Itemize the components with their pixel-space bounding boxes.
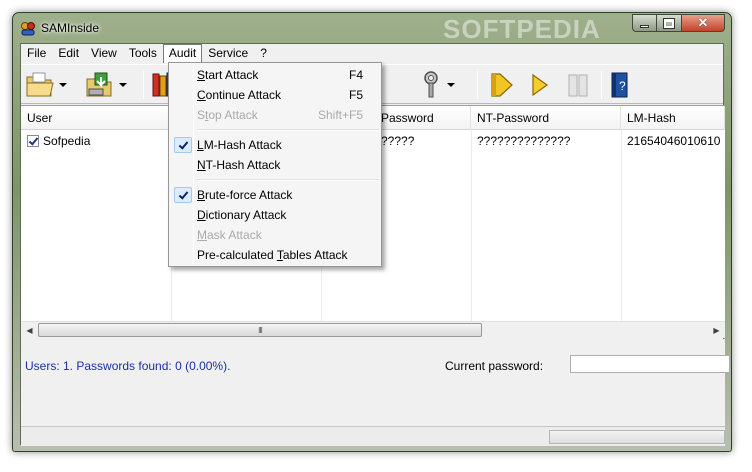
maximize-button[interactable] xyxy=(657,14,682,32)
title-bar[interactable]: SAMInside SOFTPEDIA ✕ xyxy=(13,13,731,44)
cell-nt-password: ?????????????? xyxy=(477,134,571,148)
menu-tools[interactable]: Tools xyxy=(123,44,163,63)
menu-separator xyxy=(197,179,379,181)
menu-bar: File Edit View Tools Audit Service ? xyxy=(21,44,723,63)
menu-item-continue-attack[interactable]: Continue Attack F5 xyxy=(171,85,379,105)
status-area: Users: 1. Passwords found: 0 (0.00%). Cu… xyxy=(21,339,730,446)
grid-line xyxy=(621,130,622,321)
open-folder-icon xyxy=(26,72,54,97)
toolbar-separator xyxy=(477,71,478,99)
menu-audit[interactable]: Audit xyxy=(162,44,203,63)
grip-icon: III xyxy=(258,325,263,335)
shortcut: Shift+F5 xyxy=(317,108,363,122)
tools-button[interactable] xyxy=(419,69,455,101)
menu-separator xyxy=(197,129,379,131)
menu-item-stop-attack: Stop Attack Shift+F5 xyxy=(197,108,363,122)
current-password-label: Current password: xyxy=(445,359,544,373)
close-button[interactable]: ✕ xyxy=(682,14,725,32)
column-user[interactable]: User xyxy=(21,106,171,130)
check-icon xyxy=(174,137,192,153)
continue-icon xyxy=(532,73,549,97)
shortcut: F5 xyxy=(348,88,363,102)
column-lm-hash[interactable]: LM-Hash xyxy=(621,106,725,130)
menu-view[interactable]: View xyxy=(85,44,123,63)
scroll-right-icon[interactable]: ▶ xyxy=(708,322,725,338)
menu-item-start-attack[interactable]: Start Attack F4 xyxy=(171,65,379,85)
progress-bar xyxy=(549,430,725,444)
user-name: Sofpedia xyxy=(43,134,91,148)
status-bar xyxy=(21,426,725,446)
horizontal-scrollbar[interactable]: ◀ III ▶ xyxy=(21,321,725,338)
key-icon xyxy=(424,71,438,98)
scroll-thumb[interactable]: III xyxy=(38,323,482,337)
menu-item-precalculated-tables-attack[interactable]: Pre-calculated Tables Attack xyxy=(171,245,379,265)
chevron-down-icon[interactable] xyxy=(59,83,67,87)
grid-line xyxy=(471,130,472,321)
check-icon xyxy=(174,187,192,203)
menu-item-nt-hash-attack[interactable]: NT-Hash Attack xyxy=(171,155,379,175)
minimize-icon xyxy=(640,24,649,28)
help-book-icon: ? xyxy=(611,72,628,98)
watermark: SOFTPEDIA xyxy=(443,14,601,44)
user-checkbox[interactable] xyxy=(27,135,39,147)
minimize-button[interactable] xyxy=(632,14,657,32)
menu-help[interactable]: ? xyxy=(254,44,273,63)
menu-item-mask-attack: Mask Attack xyxy=(197,228,262,242)
stop-attack-button[interactable] xyxy=(563,69,593,101)
menu-item-brute-force-attack[interactable]: Brute-force Attack xyxy=(171,185,379,205)
window-title: SAMInside xyxy=(41,21,100,35)
status-summary: Users: 1. Passwords found: 0 (0.00%). xyxy=(25,359,231,373)
svg-text:?: ? xyxy=(619,79,626,93)
menu-file[interactable]: File xyxy=(21,44,52,63)
start-icon xyxy=(491,73,513,97)
maximize-icon xyxy=(663,17,675,29)
toolbar-separator xyxy=(143,71,144,99)
audit-menu: Start Attack F4 Continue Attack F5 Stop … xyxy=(168,62,382,267)
app-icon xyxy=(21,22,35,36)
menu-item-dictionary-attack[interactable]: Dictionary Attack xyxy=(171,205,379,225)
open-button[interactable] xyxy=(25,69,67,101)
menu-item-lm-hash-attack[interactable]: LM-Hash Attack xyxy=(171,135,379,155)
column-nt-password[interactable]: NT-Password xyxy=(471,106,621,130)
cell-user: Sofpedia xyxy=(21,131,171,149)
import-button[interactable] xyxy=(85,69,127,101)
current-password-field[interactable] xyxy=(570,355,730,373)
toolbar-separator xyxy=(601,71,602,99)
chevron-down-icon[interactable] xyxy=(119,83,127,87)
help-button[interactable]: ? xyxy=(607,69,633,101)
menu-edit[interactable]: Edit xyxy=(52,44,85,63)
import-icon xyxy=(86,72,112,97)
continue-attack-button[interactable] xyxy=(527,69,553,101)
cell-lm-hash: 21654046010610 xyxy=(627,134,721,148)
close-icon: ✕ xyxy=(697,15,709,30)
shortcut: F4 xyxy=(348,68,363,82)
chevron-down-icon[interactable] xyxy=(447,83,455,87)
stop-icon xyxy=(568,74,588,97)
menu-service[interactable]: Service xyxy=(202,44,254,63)
scroll-left-icon[interactable]: ◀ xyxy=(21,322,38,338)
start-attack-button[interactable] xyxy=(487,69,517,101)
